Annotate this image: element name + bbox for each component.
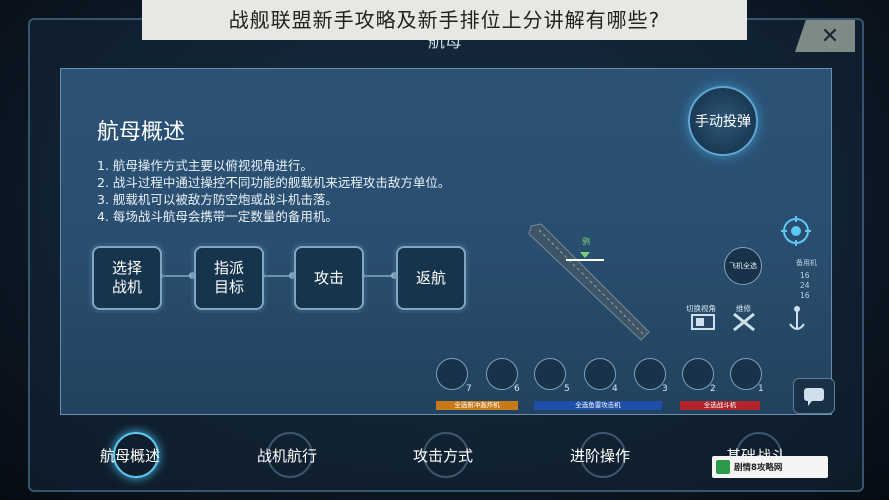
chat-button[interactable] <box>793 378 835 414</box>
manual-bomb-button[interactable]: 手动投弹 <box>688 86 758 156</box>
target-marker-icon <box>566 252 604 261</box>
tab-advanced-operations[interactable]: 进阶操作 <box>570 445 630 466</box>
squad-number: 2 <box>710 384 716 394</box>
step-attack: 攻击 <box>294 246 364 310</box>
step-connector <box>156 272 196 279</box>
site-watermark: 剧情8攻略网 <box>712 456 828 478</box>
watermark-text: 剧情8攻略网 <box>734 463 783 473</box>
reserve-label: 备用机 <box>796 259 817 267</box>
description-line: 4. 每场战斗航母会携带一定数量的备用机。 <box>97 209 338 224</box>
reserve-count: 16 <box>800 271 810 280</box>
article-title-banner: 战舰联盟新手攻略及新手排位上分讲解有哪些? <box>142 0 747 40</box>
anchor-icon[interactable] <box>784 304 810 334</box>
dive-bomber-squad-icon[interactable] <box>436 358 468 390</box>
chat-icon <box>804 388 824 406</box>
step-assign-target: 指派 目标 <box>194 246 264 310</box>
squad-number: 3 <box>662 384 668 394</box>
carrier-ship-icon <box>528 223 650 341</box>
step-select-plane: 选择 战机 <box>92 246 162 310</box>
step-connector <box>358 272 398 279</box>
crosshair-icon[interactable] <box>781 216 811 246</box>
panel-title: 航母概述 <box>97 120 186 145</box>
select-all-planes-button[interactable]: 飞机全选 <box>724 247 762 285</box>
select-all-torpedo-bar[interactable]: 全选鱼雷攻击机 <box>534 401 662 410</box>
squad-number: 4 <box>612 384 618 394</box>
close-icon: ✕ <box>820 23 840 49</box>
step-connector <box>258 272 296 279</box>
step-return: 返航 <box>396 246 466 310</box>
squad-number: 1 <box>758 384 764 394</box>
tab-carrier-overview[interactable]: 航母概述 <box>100 445 160 466</box>
switch-view-icon[interactable] <box>690 313 716 331</box>
squad-number: 7 <box>466 384 472 394</box>
torpedo-squad-icon[interactable] <box>534 358 566 390</box>
select-all-fighters-bar[interactable]: 全选战斗机 <box>680 401 760 410</box>
squad-number: 6 <box>514 384 520 394</box>
wrench-icon[interactable] <box>730 310 758 334</box>
site-logo-icon <box>716 460 730 474</box>
tab-plane-navigation[interactable]: 战机航行 <box>257 445 317 466</box>
reserve-count: 16 <box>800 291 810 300</box>
reserve-count: 24 <box>800 281 810 290</box>
tab-attack-methods[interactable]: 攻击方式 <box>413 445 473 466</box>
select-all-dive-bombers-bar[interactable]: 全选俯冲轰炸机 <box>436 401 518 410</box>
squad-number: 5 <box>564 384 570 394</box>
plane-label: 鹞 <box>582 237 590 246</box>
